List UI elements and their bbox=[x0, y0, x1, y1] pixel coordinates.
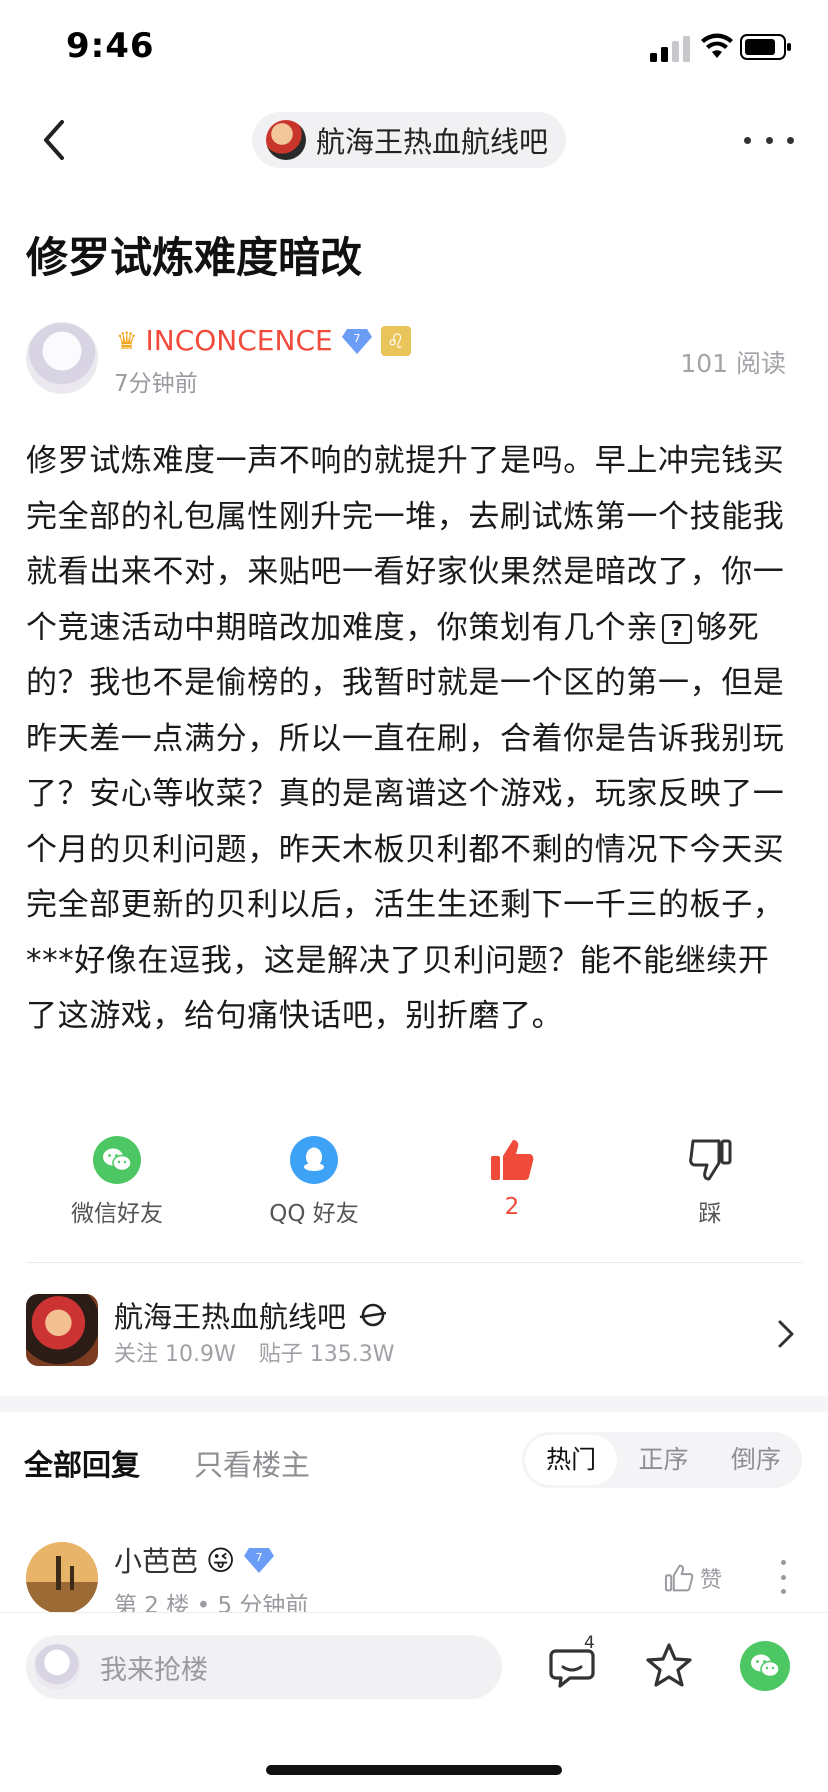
comment-count-badge: 4 bbox=[584, 1633, 595, 1653]
forum-followers: 关注 10.9W bbox=[114, 1342, 236, 1367]
reply-like-label: 赞 bbox=[700, 1568, 723, 1593]
share-actions: 微信好友 QQ 好友 2 踩 bbox=[0, 1136, 828, 1228]
like-count: 2 bbox=[504, 1194, 520, 1220]
reply-more-button[interactable] bbox=[778, 1560, 788, 1594]
nav-bar: 航海王热血航线吧 bbox=[0, 110, 828, 170]
share-wechat-button[interactable]: 微信好友 bbox=[47, 1136, 187, 1228]
battery-icon bbox=[740, 34, 791, 60]
dislike-button[interactable]: 踩 bbox=[640, 1136, 780, 1228]
more-dot-icon bbox=[780, 1574, 786, 1580]
home-indicator[interactable] bbox=[266, 1765, 562, 1775]
author-name[interactable]: INCONCENCE bbox=[146, 324, 333, 357]
level-badge-icon: 7 bbox=[244, 1548, 275, 1573]
sort-desc-button[interactable]: 倒序 bbox=[710, 1435, 802, 1485]
status-time: 9:46 bbox=[66, 26, 155, 66]
author-avatar[interactable] bbox=[26, 322, 98, 394]
planet-icon bbox=[359, 1303, 387, 1327]
forum-card-name: 航海王热血航线吧 bbox=[114, 1300, 347, 1334]
forum-posts: 贴子 135.3W bbox=[258, 1342, 395, 1367]
forum-pill-button[interactable]: 航海王热血航线吧 bbox=[252, 112, 567, 168]
more-options-button[interactable] bbox=[744, 120, 794, 160]
level-badge-text: 7 bbox=[353, 332, 360, 345]
forum-avatar bbox=[26, 1294, 98, 1366]
reply-name-line: 小芭芭 😜 7 bbox=[114, 1540, 275, 1580]
more-dot-icon bbox=[744, 136, 751, 144]
crown-icon: ♛ bbox=[116, 326, 138, 355]
wifi-icon bbox=[701, 33, 733, 58]
zodiac-leo-icon: ♌ bbox=[380, 325, 411, 356]
post-body: 修罗试炼难度一声不响的就提升了是吗。早上冲完钱买完全部的礼包属性刚升完一堆，去刷… bbox=[26, 434, 790, 1045]
level-badge-text: 7 bbox=[256, 1551, 263, 1564]
thumbs-up-outline-icon bbox=[664, 1564, 694, 1592]
qq-icon bbox=[290, 1136, 338, 1184]
giraffe-image bbox=[26, 1542, 98, 1614]
winking-tongue-emoji-icon: 😜 bbox=[206, 1543, 236, 1577]
reply-avatar[interactable] bbox=[26, 1542, 98, 1614]
sort-asc-button[interactable]: 正序 bbox=[617, 1435, 709, 1485]
thumbs-down-icon bbox=[686, 1136, 734, 1184]
post-time: 7分钟前 bbox=[114, 371, 198, 397]
level-badge-icon: 7 bbox=[341, 328, 372, 354]
reply-username[interactable]: 小芭芭 bbox=[114, 1540, 198, 1580]
tab-all-replies[interactable]: 全部回复 bbox=[24, 1442, 140, 1484]
author-line: ♛ INCONCENCE 7 ♌ bbox=[116, 324, 411, 357]
dislike-label: 踩 bbox=[698, 1201, 722, 1227]
sort-toggle: 热门 正序 倒序 bbox=[522, 1432, 802, 1488]
share-qq-label: QQ 好友 bbox=[269, 1201, 359, 1227]
tab-op-only[interactable]: 只看楼主 bbox=[194, 1442, 310, 1484]
chevron-right-icon bbox=[778, 1320, 794, 1348]
thumbs-up-filled-icon bbox=[488, 1136, 536, 1184]
sort-hot-button[interactable]: 热门 bbox=[525, 1435, 618, 1485]
post-title: 修罗试炼难度暗改 bbox=[26, 233, 363, 282]
divider bbox=[26, 1262, 802, 1263]
more-dot-icon bbox=[780, 1589, 786, 1594]
status-bar: 9:46 bbox=[0, 0, 828, 100]
share-qq-button[interactable]: QQ 好友 bbox=[244, 1136, 384, 1228]
star-icon[interactable] bbox=[644, 1641, 694, 1691]
read-count: 101 阅读 bbox=[680, 349, 786, 378]
unknown-emoji-icon: ? bbox=[662, 614, 692, 644]
wechat-icon bbox=[751, 1654, 780, 1678]
more-dot-icon bbox=[765, 136, 773, 144]
bottom-bar: 我来抢楼 4 bbox=[0, 1612, 828, 1792]
forum-card[interactable]: 航海王热血航线吧 关注 10.9W 贴子 135.3W bbox=[0, 1284, 828, 1384]
wechat-share-button[interactable] bbox=[740, 1641, 790, 1691]
reply-input-placeholder: 我来抢楼 bbox=[100, 1654, 208, 1686]
forum-avatar-small bbox=[266, 120, 306, 160]
more-dot-icon bbox=[787, 136, 794, 144]
back-button[interactable] bbox=[38, 116, 72, 164]
section-separator bbox=[0, 1396, 828, 1412]
cellular-signal-icon bbox=[650, 36, 690, 62]
forum-card-title: 航海王热血航线吧 bbox=[114, 1294, 388, 1336]
my-avatar bbox=[34, 1644, 80, 1690]
like-button[interactable]: 2 bbox=[442, 1136, 582, 1220]
forum-pill-title: 航海王热血航线吧 bbox=[316, 125, 549, 159]
wechat-icon bbox=[93, 1136, 141, 1184]
forum-stats: 关注 10.9W 贴子 135.3W bbox=[114, 1336, 410, 1368]
share-wechat-label: 微信好友 bbox=[71, 1201, 163, 1227]
reply-input[interactable]: 我来抢楼 bbox=[26, 1635, 502, 1699]
reply-like-button[interactable]: 赞 bbox=[664, 1562, 722, 1594]
more-dot-icon bbox=[780, 1560, 786, 1565]
post-body-text: 够死的？我也不是偷榜的，我暂时就是一个区的第一，但是昨天差一点满分，所以一直在刷… bbox=[26, 609, 785, 1035]
